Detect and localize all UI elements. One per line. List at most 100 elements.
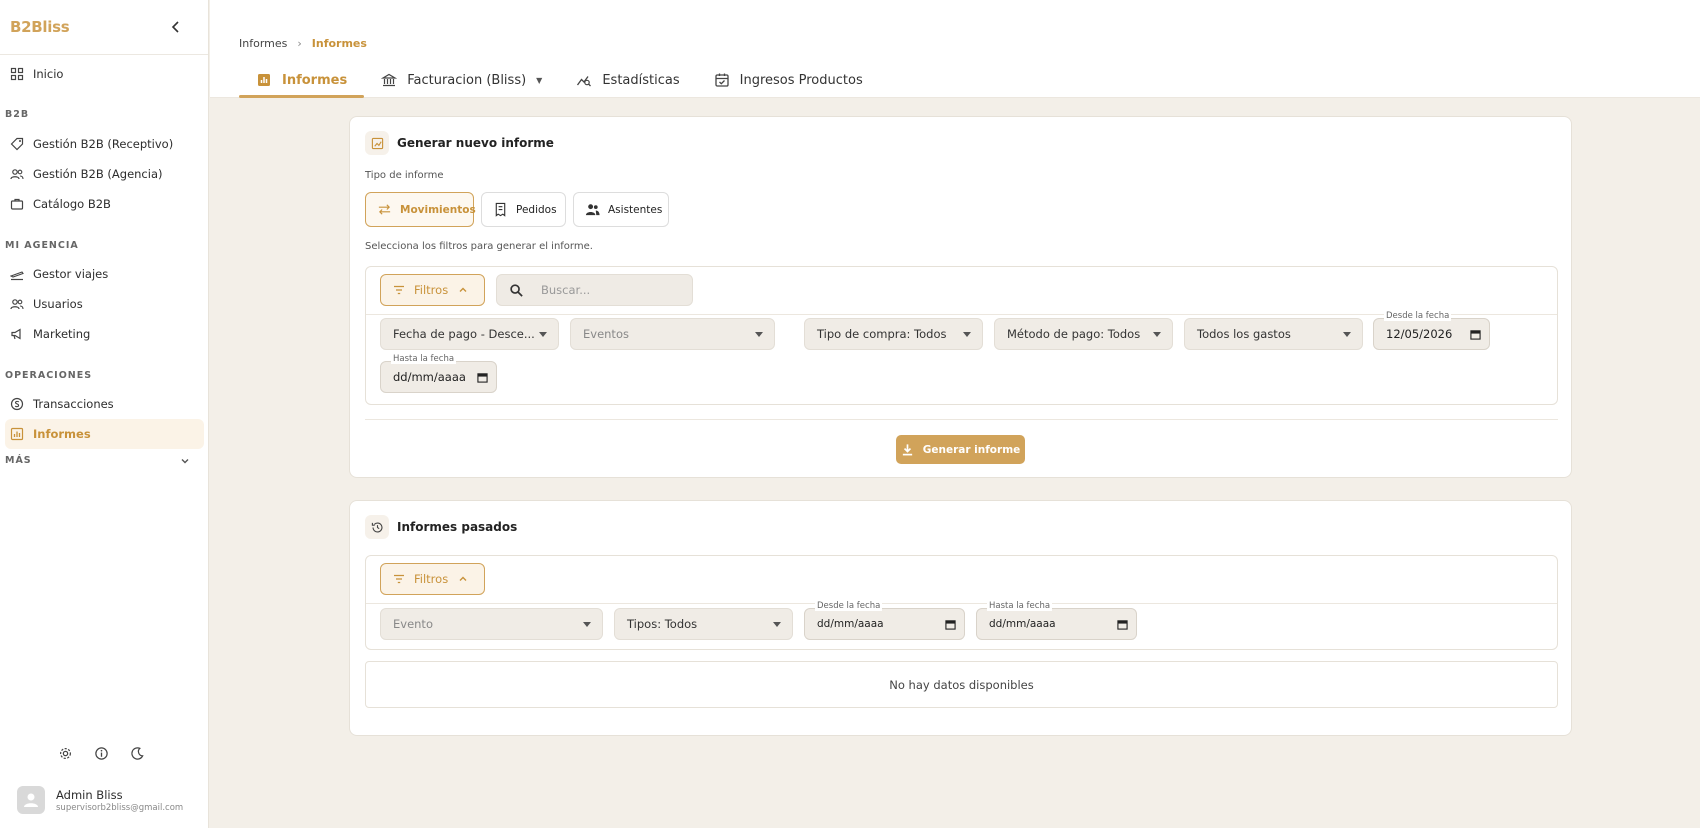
chevron-right-icon: › (297, 37, 302, 50)
section-operaciones: OPERACIONES (5, 370, 93, 381)
date-value: dd/mm/aaaa (393, 370, 466, 384)
sidebar-item-label: Transacciones (33, 397, 114, 411)
types-select[interactable]: Tipos: Todos (614, 608, 793, 640)
filters-label: Filtros (414, 572, 449, 586)
sidebar-item-transacciones[interactable]: Transacciones (5, 389, 204, 419)
select-arrow-icon (583, 621, 591, 627)
type-pedidos-button[interactable]: Pedidos (481, 192, 566, 227)
sidebar-item-label: Usuarios (33, 297, 83, 311)
date-value: 12/05/2026 (1386, 327, 1453, 341)
calendar-icon[interactable] (1117, 619, 1128, 630)
people-icon (585, 202, 600, 217)
briefcase-icon (10, 197, 24, 211)
download-icon (901, 443, 914, 456)
caret-down-icon: ▼ (536, 75, 543, 85)
breadcrumb: Informes › Informes (239, 37, 367, 50)
tab-label: Ingresos Productos (739, 72, 863, 88)
sidebar-item-label: Marketing (33, 327, 91, 341)
sidebar-item-gestion-b2b-agencia[interactable]: Gestión B2B (Agencia) (5, 159, 204, 189)
generate-report-label: Generar informe (922, 443, 1021, 456)
moon-icon[interactable] (130, 746, 145, 761)
search-input[interactable]: Buscar... (496, 274, 693, 306)
payment-method-select[interactable]: Método de pago: Todos (994, 318, 1173, 350)
chevron-down-icon (180, 456, 190, 466)
filters-label: Filtros (414, 283, 449, 297)
sidebar-item-informes[interactable]: Informes (5, 419, 204, 449)
search-placeholder: Buscar... (541, 283, 591, 297)
calendar-icon[interactable] (477, 372, 488, 383)
past-reports-title: Informes pasados (397, 520, 518, 534)
sort-select[interactable]: Fecha de pago - Desce... (380, 318, 559, 350)
coin-icon (10, 397, 24, 411)
tab-facturacion[interactable]: Facturacion (Bliss) ▼ (364, 62, 559, 98)
trend-icon (576, 72, 592, 88)
type-movimientos-button[interactable]: Movimientos (365, 192, 476, 227)
swap-icon (377, 202, 392, 217)
filters-toggle-button[interactable]: Filtros (380, 274, 485, 306)
new-report-title: Generar nuevo informe (397, 136, 554, 150)
tab-ingresos-productos[interactable]: Ingresos Productos (697, 62, 880, 98)
select-arrow-icon (963, 331, 971, 337)
select-arrow-icon (1343, 331, 1351, 337)
chevron-up-icon (458, 285, 468, 295)
collapse-sidebar-icon[interactable] (168, 19, 184, 35)
sidebar-item-label: Gestión B2B (Agencia) (33, 167, 163, 181)
filters-divider (366, 603, 1557, 604)
events-select[interactable]: Eventos (570, 318, 775, 350)
type-label: Asistentes (608, 203, 663, 216)
section-mi-agencia: MI AGENCIA (5, 240, 79, 251)
section-mas: MÁS (5, 455, 32, 466)
section-b2b: B2B (5, 109, 30, 120)
purchase-type-select[interactable]: Tipo de compra: Todos (804, 318, 983, 350)
new-report-card: Generar nuevo informe Tipo de informe Mo… (349, 116, 1572, 478)
info-icon[interactable] (94, 746, 109, 761)
select-arrow-icon (539, 331, 547, 337)
select-value: Tipos: Todos (627, 617, 698, 631)
calendar-icon[interactable] (945, 619, 956, 630)
select-value: Todos los gastos (1197, 327, 1291, 341)
tags-icon (10, 137, 24, 151)
user-name: Admin Bliss (56, 787, 123, 802)
select-value: Tipo de compra: Todos (817, 327, 947, 341)
to-date-input[interactable]: Hasta la fecha dd/mm/aaaa (976, 601, 1137, 640)
sidebar-item-marketing[interactable]: Marketing (5, 319, 204, 349)
to-date-label: Hasta la fecha (987, 601, 1053, 611)
chart-icon (10, 427, 24, 441)
event-select[interactable]: Evento (380, 608, 603, 640)
user-profile[interactable]: Admin Bliss supervisorb2bliss@gmail.com (17, 786, 183, 814)
tab-estadisticas[interactable]: Estadísticas (559, 62, 696, 98)
from-date-input[interactable]: Desde la fecha 12/05/2026 (1373, 311, 1490, 350)
tab-informes[interactable]: Informes (239, 62, 365, 98)
avatar (17, 786, 45, 814)
past-reports-header: Informes pasados (365, 515, 517, 539)
top-header: Informes › Informes Informes Facturacion… (210, 0, 1700, 98)
sidebar-item-label: Gestor viajes (33, 267, 109, 281)
filters-toggle-button[interactable]: Filtros (380, 563, 485, 595)
filter-icon (392, 283, 406, 297)
sidebar-item-usuarios[interactable]: Usuarios (5, 289, 204, 319)
sidebar-item-catalogo-b2b[interactable]: Catálogo B2B (5, 189, 204, 219)
select-value: Método de pago: Todos (1007, 327, 1141, 341)
bar-chart-icon (256, 72, 272, 88)
sidebar-item-label: Catálogo B2B (33, 197, 111, 211)
tab-label: Estadísticas (602, 72, 680, 88)
generate-report-button[interactable]: Generar informe (896, 435, 1025, 464)
select-value: Fecha de pago - Desce... (393, 327, 535, 341)
calendar-icon[interactable] (1470, 329, 1481, 340)
user-email: supervisorb2bliss@gmail.com (56, 802, 184, 813)
gear-icon[interactable] (58, 746, 73, 761)
more-section-toggle[interactable]: MÁS (5, 455, 190, 466)
sidebar-item-gestion-b2b-receptivo[interactable]: Gestión B2B (Receptivo) (5, 129, 204, 159)
new-report-header: Generar nuevo informe (365, 131, 554, 155)
sidebar-item-inicio[interactable]: Inicio (5, 59, 204, 89)
type-asistentes-button[interactable]: Asistentes (573, 192, 669, 227)
date-value: dd/mm/aaaa (817, 618, 884, 630)
breadcrumb-root[interactable]: Informes (239, 37, 287, 50)
expenses-select[interactable]: Todos los gastos (1184, 318, 1363, 350)
brand-logo[interactable]: B2Bliss (10, 18, 70, 36)
sidebar: B2Bliss Inicio B2B Gestión B2B (Receptiv… (0, 0, 209, 828)
from-date-input[interactable]: Desde la fecha dd/mm/aaaa (804, 601, 965, 640)
receipt-icon (493, 202, 508, 217)
to-date-input[interactable]: Hasta la fecha dd/mm/aaaa (380, 354, 497, 393)
sidebar-item-gestor-viajes[interactable]: Gestor viajes (5, 259, 204, 289)
